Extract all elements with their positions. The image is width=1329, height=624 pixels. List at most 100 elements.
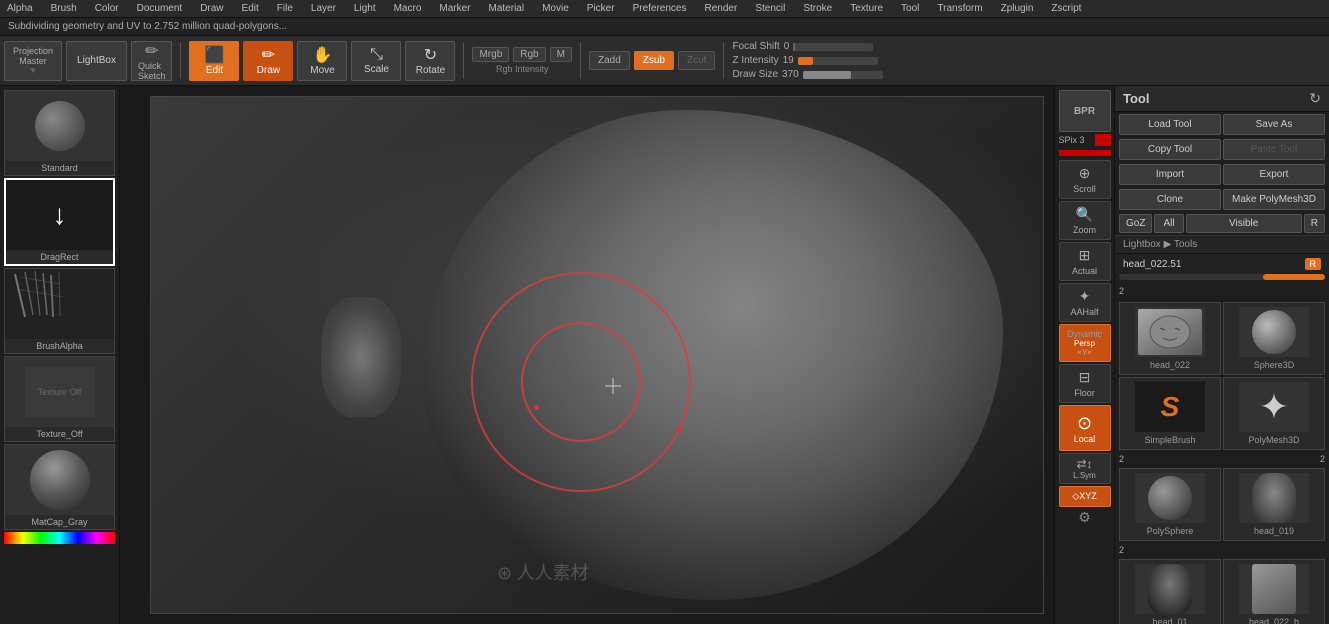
menu-transform[interactable]: Transform: [934, 3, 985, 14]
canvas-area[interactable]: ⊛ 人人素材: [120, 86, 1054, 624]
zoom-button[interactable]: 🔍 Zoom: [1059, 201, 1111, 240]
bpr-button[interactable]: BPR: [1059, 90, 1111, 132]
draw-size-label: Draw Size: [732, 69, 778, 80]
aahalf-button[interactable]: ✦ AAHalf: [1059, 283, 1111, 322]
visible-button[interactable]: Visible: [1186, 214, 1302, 233]
refresh-icon[interactable]: ↻: [1309, 90, 1321, 107]
tool-thumb-head019: [1239, 473, 1309, 523]
scroll-button[interactable]: ⊕ Scroll: [1059, 160, 1111, 199]
projection-master-button[interactable]: Projection Master ▼: [4, 41, 62, 81]
tool-item-head022-sketch[interactable]: head_022: [1119, 302, 1221, 375]
menu-movie[interactable]: Movie: [539, 3, 572, 14]
mrgb-button[interactable]: Mrgb: [472, 47, 509, 62]
texture-off[interactable]: Texture Off Texture_Off: [4, 356, 115, 442]
rotate-button[interactable]: ↻ Rotate: [405, 41, 455, 81]
menu-macro[interactable]: Macro: [391, 3, 425, 14]
lightbox-button[interactable]: LightBox: [66, 41, 127, 81]
standard-label: Standard: [39, 161, 80, 175]
head-slider[interactable]: [1119, 274, 1325, 280]
zsub-button[interactable]: Zsub: [634, 51, 674, 70]
menu-picker[interactable]: Picker: [584, 3, 618, 14]
floor-button[interactable]: ⊟ Floor: [1059, 364, 1111, 403]
menu-texture[interactable]: Texture: [847, 3, 886, 14]
export-button[interactable]: Export: [1223, 164, 1325, 185]
menu-brush[interactable]: Brush: [48, 3, 80, 14]
menu-file[interactable]: File: [274, 3, 296, 14]
menu-edit[interactable]: Edit: [239, 3, 262, 14]
tool-item-head019[interactable]: head_019: [1223, 468, 1325, 541]
rgb-button[interactable]: Rgb: [513, 47, 545, 62]
bottom-icon[interactable]: ⚙: [1059, 509, 1111, 525]
all-button[interactable]: All: [1154, 214, 1183, 233]
brush-dragrect[interactable]: ↓ DragRect: [4, 178, 115, 266]
draw-size-slider[interactable]: [803, 71, 883, 79]
z-intensity-slider[interactable]: [798, 57, 878, 65]
save-as-button[interactable]: Save As: [1223, 114, 1325, 135]
move-button[interactable]: ✋ Move: [297, 41, 347, 81]
viewport[interactable]: ⊛ 人人素材: [150, 96, 1044, 614]
dynamic-label: Dynamic: [1062, 329, 1108, 339]
clone-button[interactable]: Clone: [1119, 189, 1221, 210]
tool-item-polymesh3d[interactable]: ✦ PolyMesh3D: [1223, 377, 1325, 450]
num-label-3: 2: [1115, 545, 1329, 555]
standard-preview: [5, 91, 114, 161]
zcut-button[interactable]: Zcut: [678, 51, 715, 70]
persp-button[interactable]: Dynamic Persp ×Y×: [1059, 324, 1111, 362]
xyz-button[interactable]: ◇XYZ: [1059, 486, 1111, 507]
copy-tool-button[interactable]: Copy Tool: [1119, 139, 1221, 160]
local-button[interactable]: ⊙ Local: [1059, 405, 1111, 451]
menu-preferences[interactable]: Preferences: [630, 3, 690, 14]
menu-document[interactable]: Document: [134, 3, 186, 14]
menu-tool[interactable]: Tool: [898, 3, 922, 14]
lsym-button[interactable]: ⇄↕ L.Sym: [1059, 453, 1111, 484]
tool-item-polysphere[interactable]: PolySphere: [1119, 468, 1221, 541]
menu-stencil[interactable]: Stencil: [752, 3, 788, 14]
scroll-icon: ⊕: [1062, 165, 1108, 182]
tool-item-head022b[interactable]: head_022_b: [1223, 559, 1325, 624]
brush-alpha[interactable]: BrushAlpha: [4, 268, 115, 354]
brush-standard[interactable]: Standard: [4, 90, 115, 176]
draw-button[interactable]: ✏ Draw: [243, 41, 293, 81]
focal-shift-slider[interactable]: [793, 43, 873, 51]
zadd-button[interactable]: Zadd: [589, 51, 630, 70]
lightbox-tools-header[interactable]: Lightbox ▶ Tools: [1115, 235, 1329, 254]
brushalpha-preview: [5, 269, 114, 339]
r-button[interactable]: R: [1304, 214, 1325, 233]
brush-cursor: [605, 378, 621, 394]
menu-draw[interactable]: Draw: [197, 3, 226, 14]
menu-render[interactable]: Render: [702, 3, 741, 14]
menu-layer[interactable]: Layer: [308, 3, 339, 14]
menu-zplugin[interactable]: Zplugin: [998, 3, 1037, 14]
menu-material[interactable]: Material: [486, 3, 528, 14]
make-polymesh3d-button[interactable]: Make PolyMesh3D: [1223, 189, 1325, 210]
menu-color[interactable]: Color: [92, 3, 122, 14]
brushalpha-svg: [5, 269, 75, 319]
head-r-button[interactable]: R: [1305, 258, 1322, 270]
m-button[interactable]: M: [550, 47, 572, 62]
matcap-gray[interactable]: MatCap_Gray: [4, 444, 115, 530]
brushalpha-label: BrushAlpha: [34, 339, 85, 353]
num-label-2: 2: [1115, 284, 1329, 298]
paste-tool-button[interactable]: Paste Tool: [1223, 139, 1325, 160]
edit-button[interactable]: ⬛ Edit: [189, 41, 239, 81]
menu-light[interactable]: Light: [351, 3, 379, 14]
matcap-preview: [5, 445, 114, 515]
quick-sketch-button[interactable]: ✏ QuickSketch: [131, 41, 173, 81]
menu-marker[interactable]: Marker: [436, 3, 473, 14]
actual-button[interactable]: ⊞ Actual: [1059, 242, 1111, 281]
tool-item-sphere3d[interactable]: Sphere3D: [1223, 302, 1325, 375]
scale-button[interactable]: ⤡ Scale: [351, 41, 401, 81]
load-tool-button[interactable]: Load Tool: [1119, 114, 1221, 135]
actual-icon: ⊞: [1062, 247, 1108, 264]
menu-alpha[interactable]: Alpha: [4, 3, 36, 14]
goz-button[interactable]: GoZ: [1119, 214, 1152, 233]
tool-item-head01[interactable]: head_01: [1119, 559, 1221, 624]
menu-zscript[interactable]: Zscript: [1048, 3, 1084, 14]
tool-thumb-head01: [1135, 564, 1205, 614]
spix-indicator: [1095, 134, 1111, 146]
import-button[interactable]: Import: [1119, 164, 1221, 185]
focal-row: Focal Shift 0: [732, 41, 882, 52]
menu-stroke[interactable]: Stroke: [800, 3, 835, 14]
color-gradient-bar[interactable]: [4, 532, 115, 544]
tool-item-simplebrush[interactable]: S SimpleBrush: [1119, 377, 1221, 450]
